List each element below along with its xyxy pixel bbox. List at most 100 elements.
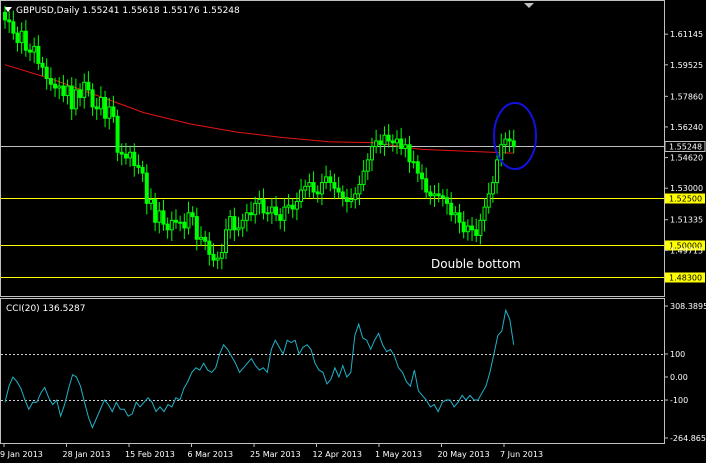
candle-body-down[interactable] — [194, 216, 199, 240]
candle-body-up[interactable] — [369, 146, 374, 161]
candle-body-down[interactable] — [457, 212, 462, 223]
candle-body-down[interactable] — [136, 165, 141, 168]
candle-body-down[interactable] — [261, 199, 266, 214]
moving-average-line[interactable] — [4, 64, 514, 154]
candle-body-down[interactable] — [190, 212, 195, 218]
candle-body-down[interactable] — [290, 204, 295, 210]
candle-body-down[interactable] — [203, 236, 208, 242]
candle-body-up[interactable] — [432, 193, 437, 197]
candle-body-down[interactable] — [315, 191, 320, 195]
candle-body-up[interactable] — [169, 219, 174, 231]
candle-body-up[interactable] — [265, 212, 270, 215]
candle-body-down[interactable] — [336, 187, 341, 193]
candle-body-down[interactable] — [182, 221, 187, 229]
candle-body-up[interactable] — [307, 182, 312, 187]
candle-body-up[interactable] — [219, 252, 224, 259]
candle-body-down[interactable] — [386, 134, 391, 142]
candle-body-down[interactable] — [132, 151, 137, 167]
candle-body-up[interactable] — [107, 106, 112, 119]
candle-body-down[interactable] — [399, 138, 404, 150]
candle-body-up[interactable] — [65, 85, 70, 97]
candle-body-down[interactable] — [232, 216, 237, 231]
candle-body-down[interactable] — [103, 96, 108, 119]
candle-body-down[interactable] — [344, 197, 349, 202]
candle-body-down[interactable] — [211, 253, 216, 261]
candle-body-up[interactable] — [82, 81, 87, 98]
candle-body-up[interactable] — [236, 227, 241, 231]
candle-body-down[interactable] — [3, 11, 7, 21]
candle-body-down[interactable] — [161, 210, 166, 225]
candle-body-up[interactable] — [148, 199, 153, 204]
candle-body-up[interactable] — [361, 170, 366, 185]
candle-body-up[interactable] — [357, 183, 362, 195]
candle-body-down[interactable] — [165, 223, 170, 231]
candle-body-up[interactable] — [349, 199, 354, 202]
candle-body-up[interactable] — [294, 200, 299, 210]
candle-body-down[interactable] — [461, 221, 466, 233]
candle-body-down[interactable] — [449, 202, 454, 216]
candle-body-down[interactable] — [420, 172, 424, 180]
candle-body-down[interactable] — [53, 83, 58, 89]
candle-body-down[interactable] — [44, 66, 49, 80]
candle-body-up[interactable] — [299, 189, 304, 202]
candle-body-up[interactable] — [503, 138, 508, 146]
candle-body-down[interactable] — [424, 178, 429, 193]
candle-body-up[interactable] — [240, 219, 245, 229]
candle-body-up[interactable] — [478, 219, 483, 236]
candle-body-down[interactable] — [86, 81, 91, 91]
candle-body-up[interactable] — [57, 85, 62, 89]
candle-body-up[interactable] — [128, 151, 133, 159]
candle-body-up[interactable] — [411, 161, 416, 164]
candle-body-down[interactable] — [153, 199, 158, 223]
candlestick-series[interactable] — [3, 5, 516, 270]
candle-body-down[interactable] — [207, 240, 212, 255]
candle-body-down[interactable] — [445, 197, 450, 204]
candle-body-down[interactable] — [470, 225, 475, 231]
candle-body-up[interactable] — [403, 144, 408, 149]
candle-body-up[interactable] — [32, 45, 37, 53]
candle-body-down[interactable] — [415, 161, 420, 174]
candle-body-down[interactable] — [378, 140, 383, 146]
candle-body-down[interactable] — [40, 62, 45, 68]
candle-body-up[interactable] — [365, 159, 370, 172]
candle-body-down[interactable] — [23, 30, 28, 51]
candle-body-down[interactable] — [173, 219, 178, 223]
candle-body-up[interactable] — [495, 159, 500, 184]
candle-body-down[interactable] — [340, 191, 345, 199]
candle-body-down[interactable] — [474, 229, 479, 236]
candle-body-down[interactable] — [407, 144, 412, 163]
candle-body-down[interactable] — [11, 21, 16, 34]
candle-body-up[interactable] — [257, 199, 262, 204]
candle-body-down[interactable] — [69, 85, 74, 110]
candle-body-down[interactable] — [249, 212, 254, 216]
candle-body-up[interactable] — [198, 236, 203, 240]
annotation-ellipse[interactable] — [493, 102, 537, 170]
candle-body-down[interactable] — [144, 172, 149, 204]
candle-body-down[interactable] — [436, 193, 441, 197]
candle-body-up[interactable] — [73, 89, 78, 110]
candle-body-up[interactable] — [286, 204, 291, 208]
candle-body-down[interactable] — [78, 89, 83, 98]
candle-body-down[interactable] — [390, 140, 395, 144]
candle-body-up[interactable] — [269, 206, 274, 214]
candle-body-down[interactable] — [440, 195, 445, 199]
candle-body-down[interactable] — [123, 153, 128, 159]
candle-body-up[interactable] — [303, 185, 308, 191]
candle-body-up[interactable] — [394, 138, 399, 144]
candle-body-down[interactable] — [94, 106, 99, 110]
shift-marker-triangle-icon[interactable] — [524, 3, 534, 8]
candle-body-down[interactable] — [274, 206, 279, 216]
candle-body-up[interactable] — [215, 257, 220, 261]
main-panel-frame[interactable] — [0, 0, 665, 297]
candle-body-up[interactable] — [157, 210, 162, 223]
candle-body-up[interactable] — [228, 216, 233, 231]
candle-body-up[interactable] — [453, 212, 458, 216]
candle-body-up[interactable] — [178, 221, 183, 224]
candle-body-down[interactable] — [90, 89, 95, 108]
candle-body-down[interactable] — [115, 115, 120, 153]
candle-body-down[interactable] — [61, 85, 66, 97]
candle-body-down[interactable] — [48, 78, 53, 85]
candle-body-down[interactable] — [15, 32, 20, 44]
double-bottom-annotation[interactable]: Double bottom — [431, 257, 521, 271]
candle-body-up[interactable] — [253, 202, 258, 216]
